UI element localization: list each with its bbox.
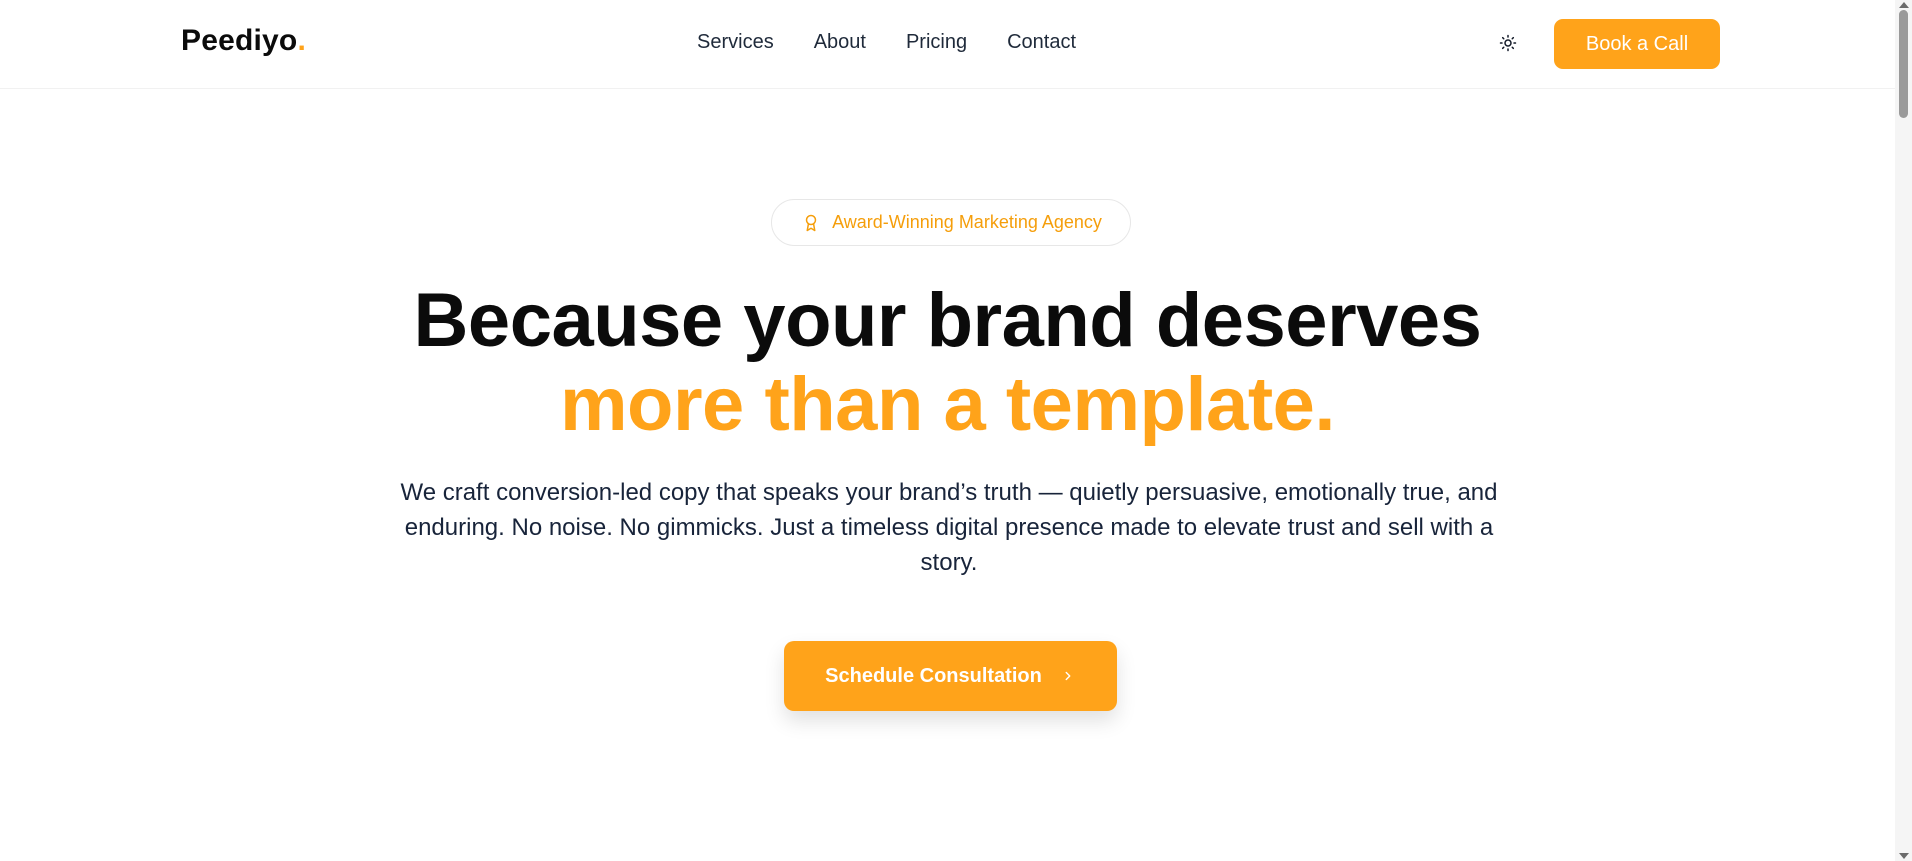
nav-item-contact[interactable]: Contact xyxy=(1007,31,1076,54)
scrollbar-thumb[interactable] xyxy=(1899,10,1908,118)
brand-logo[interactable]: Peediyo. xyxy=(181,24,306,58)
hero-headline: Because your brand deserves more than a … xyxy=(0,279,1895,447)
nav-item-about[interactable]: About xyxy=(814,31,866,54)
scroll-down-arrow-icon[interactable] xyxy=(1899,853,1909,859)
hero-subtext: We craft conversion-led copy that speaks… xyxy=(400,479,1498,576)
book-a-call-button[interactable]: Book a Call xyxy=(1554,19,1720,69)
brand-dot: . xyxy=(297,24,306,57)
theme-toggle-button[interactable] xyxy=(1496,31,1520,55)
page-scrollbar[interactable] xyxy=(1895,0,1912,861)
chevron-right-icon xyxy=(1060,668,1076,684)
site-header: Peediyo. Services About Pricing Contact … xyxy=(0,0,1895,89)
cta-label: Schedule Consultation xyxy=(825,664,1042,687)
main-nav: Services About Pricing Contact xyxy=(697,31,1076,54)
scroll-up-arrow-icon[interactable] xyxy=(1899,2,1909,8)
award-badge: Award-Winning Marketing Agency xyxy=(771,199,1131,246)
nav-item-services[interactable]: Services xyxy=(697,31,774,54)
headline-line-1: Because your brand deserves xyxy=(413,278,1482,363)
sun-icon xyxy=(1499,34,1517,52)
nav-item-pricing[interactable]: Pricing xyxy=(906,31,967,54)
badge-label: Award-Winning Marketing Agency xyxy=(832,212,1102,232)
schedule-consultation-button[interactable]: Schedule Consultation xyxy=(784,641,1117,711)
brand-name: Peediyo xyxy=(181,24,298,57)
headline-line-2: more than a template. xyxy=(559,362,1336,447)
award-icon xyxy=(800,212,822,234)
